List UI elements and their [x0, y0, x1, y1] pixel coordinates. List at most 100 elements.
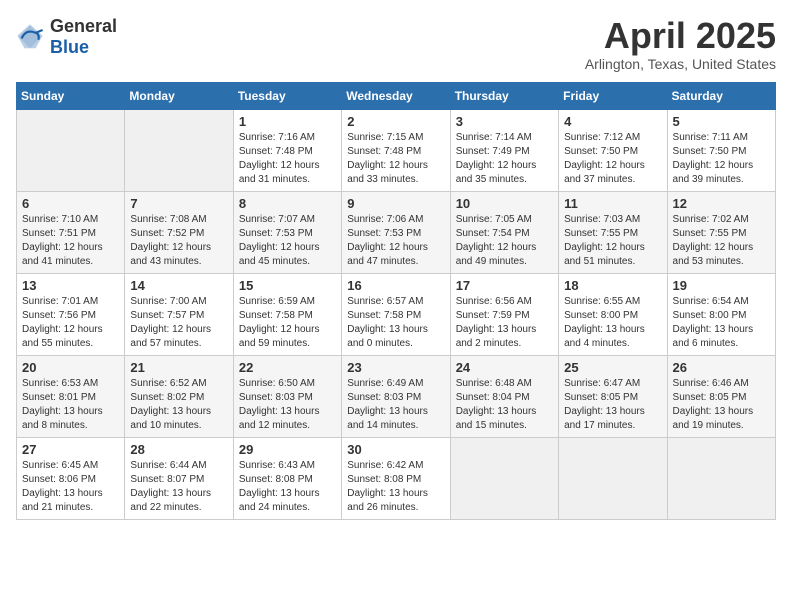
day-detail: Sunrise: 6:53 AMSunset: 8:01 PMDaylight:…: [22, 378, 103, 431]
header-saturday: Saturday: [667, 82, 775, 109]
day-number: 10: [456, 196, 553, 211]
header-monday: Monday: [125, 82, 233, 109]
day-cell-1-4: 10 Sunrise: 7:05 AMSunset: 7:54 PMDaylig…: [450, 191, 558, 273]
day-number: 2: [347, 114, 444, 129]
day-cell-1-1: 7 Sunrise: 7:08 AMSunset: 7:52 PMDayligh…: [125, 191, 233, 273]
day-cell-0-2: 1 Sunrise: 7:16 AMSunset: 7:48 PMDayligh…: [233, 109, 341, 191]
day-number: 29: [239, 442, 336, 457]
week-row-2: 6 Sunrise: 7:10 AMSunset: 7:51 PMDayligh…: [17, 191, 776, 273]
day-detail: Sunrise: 7:08 AMSunset: 7:52 PMDaylight:…: [130, 214, 211, 267]
day-number: 7: [130, 196, 227, 211]
header-friday: Friday: [559, 82, 667, 109]
day-number: 19: [673, 278, 770, 293]
day-detail: Sunrise: 6:56 AMSunset: 7:59 PMDaylight:…: [456, 296, 537, 349]
day-cell-3-5: 25 Sunrise: 6:47 AMSunset: 8:05 PMDaylig…: [559, 355, 667, 437]
day-number: 4: [564, 114, 661, 129]
logo-blue: Blue: [50, 37, 89, 57]
day-detail: Sunrise: 7:00 AMSunset: 7:57 PMDaylight:…: [130, 296, 211, 349]
day-number: 21: [130, 360, 227, 375]
day-number: 23: [347, 360, 444, 375]
day-cell-1-6: 12 Sunrise: 7:02 AMSunset: 7:55 PMDaylig…: [667, 191, 775, 273]
weekday-header-row: Sunday Monday Tuesday Wednesday Thursday…: [17, 82, 776, 109]
day-cell-3-3: 23 Sunrise: 6:49 AMSunset: 8:03 PMDaylig…: [342, 355, 450, 437]
day-number: 16: [347, 278, 444, 293]
day-number: 14: [130, 278, 227, 293]
day-number: 13: [22, 278, 119, 293]
day-cell-4-5: [559, 437, 667, 519]
day-cell-0-4: 3 Sunrise: 7:14 AMSunset: 7:49 PMDayligh…: [450, 109, 558, 191]
day-cell-4-3: 30 Sunrise: 6:42 AMSunset: 8:08 PMDaylig…: [342, 437, 450, 519]
day-detail: Sunrise: 6:50 AMSunset: 8:03 PMDaylight:…: [239, 378, 320, 431]
header-wednesday: Wednesday: [342, 82, 450, 109]
day-number: 3: [456, 114, 553, 129]
day-number: 11: [564, 196, 661, 211]
day-number: 8: [239, 196, 336, 211]
day-detail: Sunrise: 7:16 AMSunset: 7:48 PMDaylight:…: [239, 132, 320, 185]
header-sunday: Sunday: [17, 82, 125, 109]
day-number: 24: [456, 360, 553, 375]
day-cell-3-6: 26 Sunrise: 6:46 AMSunset: 8:05 PMDaylig…: [667, 355, 775, 437]
day-detail: Sunrise: 6:47 AMSunset: 8:05 PMDaylight:…: [564, 378, 645, 431]
day-cell-0-1: [125, 109, 233, 191]
day-cell-2-3: 16 Sunrise: 6:57 AMSunset: 7:58 PMDaylig…: [342, 273, 450, 355]
day-detail: Sunrise: 6:42 AMSunset: 8:08 PMDaylight:…: [347, 460, 428, 513]
day-detail: Sunrise: 6:52 AMSunset: 8:02 PMDaylight:…: [130, 378, 211, 431]
day-detail: Sunrise: 7:03 AMSunset: 7:55 PMDaylight:…: [564, 214, 645, 267]
day-cell-0-3: 2 Sunrise: 7:15 AMSunset: 7:48 PMDayligh…: [342, 109, 450, 191]
day-number: 28: [130, 442, 227, 457]
day-cell-3-2: 22 Sunrise: 6:50 AMSunset: 8:03 PMDaylig…: [233, 355, 341, 437]
day-number: 12: [673, 196, 770, 211]
day-cell-4-1: 28 Sunrise: 6:44 AMSunset: 8:07 PMDaylig…: [125, 437, 233, 519]
day-number: 22: [239, 360, 336, 375]
day-cell-3-0: 20 Sunrise: 6:53 AMSunset: 8:01 PMDaylig…: [17, 355, 125, 437]
day-cell-2-2: 15 Sunrise: 6:59 AMSunset: 7:58 PMDaylig…: [233, 273, 341, 355]
week-row-3: 13 Sunrise: 7:01 AMSunset: 7:56 PMDaylig…: [17, 273, 776, 355]
day-number: 5: [673, 114, 770, 129]
day-detail: Sunrise: 6:57 AMSunset: 7:58 PMDaylight:…: [347, 296, 428, 349]
header: General Blue April 2025 Arlington, Texas…: [16, 16, 776, 72]
week-row-5: 27 Sunrise: 6:45 AMSunset: 8:06 PMDaylig…: [17, 437, 776, 519]
title-area: April 2025 Arlington, Texas, United Stat…: [585, 16, 776, 72]
header-tuesday: Tuesday: [233, 82, 341, 109]
day-detail: Sunrise: 7:14 AMSunset: 7:49 PMDaylight:…: [456, 132, 537, 185]
day-number: 25: [564, 360, 661, 375]
logo-text: General Blue: [50, 16, 117, 58]
week-row-4: 20 Sunrise: 6:53 AMSunset: 8:01 PMDaylig…: [17, 355, 776, 437]
day-detail: Sunrise: 7:07 AMSunset: 7:53 PMDaylight:…: [239, 214, 320, 267]
day-number: 17: [456, 278, 553, 293]
day-detail: Sunrise: 6:54 AMSunset: 8:00 PMDaylight:…: [673, 296, 754, 349]
day-cell-2-1: 14 Sunrise: 7:00 AMSunset: 7:57 PMDaylig…: [125, 273, 233, 355]
day-number: 6: [22, 196, 119, 211]
day-cell-1-3: 9 Sunrise: 7:06 AMSunset: 7:53 PMDayligh…: [342, 191, 450, 273]
day-detail: Sunrise: 7:11 AMSunset: 7:50 PMDaylight:…: [673, 132, 754, 185]
day-cell-4-2: 29 Sunrise: 6:43 AMSunset: 8:08 PMDaylig…: [233, 437, 341, 519]
week-row-1: 1 Sunrise: 7:16 AMSunset: 7:48 PMDayligh…: [17, 109, 776, 191]
day-cell-3-1: 21 Sunrise: 6:52 AMSunset: 8:02 PMDaylig…: [125, 355, 233, 437]
day-detail: Sunrise: 7:02 AMSunset: 7:55 PMDaylight:…: [673, 214, 754, 267]
day-number: 9: [347, 196, 444, 211]
day-number: 18: [564, 278, 661, 293]
day-cell-4-4: [450, 437, 558, 519]
day-cell-2-6: 19 Sunrise: 6:54 AMSunset: 8:00 PMDaylig…: [667, 273, 775, 355]
day-cell-4-6: [667, 437, 775, 519]
day-number: 27: [22, 442, 119, 457]
calendar-title: April 2025: [585, 16, 776, 56]
day-detail: Sunrise: 7:12 AMSunset: 7:50 PMDaylight:…: [564, 132, 645, 185]
day-cell-2-4: 17 Sunrise: 6:56 AMSunset: 7:59 PMDaylig…: [450, 273, 558, 355]
day-cell-4-0: 27 Sunrise: 6:45 AMSunset: 8:06 PMDaylig…: [17, 437, 125, 519]
day-number: 20: [22, 360, 119, 375]
day-cell-1-5: 11 Sunrise: 7:03 AMSunset: 7:55 PMDaylig…: [559, 191, 667, 273]
day-cell-0-6: 5 Sunrise: 7:11 AMSunset: 7:50 PMDayligh…: [667, 109, 775, 191]
day-cell-0-0: [17, 109, 125, 191]
day-cell-0-5: 4 Sunrise: 7:12 AMSunset: 7:50 PMDayligh…: [559, 109, 667, 191]
day-cell-2-0: 13 Sunrise: 7:01 AMSunset: 7:56 PMDaylig…: [17, 273, 125, 355]
day-cell-1-2: 8 Sunrise: 7:07 AMSunset: 7:53 PMDayligh…: [233, 191, 341, 273]
logo-icon: [16, 23, 44, 51]
day-detail: Sunrise: 6:48 AMSunset: 8:04 PMDaylight:…: [456, 378, 537, 431]
day-cell-2-5: 18 Sunrise: 6:55 AMSunset: 8:00 PMDaylig…: [559, 273, 667, 355]
day-number: 30: [347, 442, 444, 457]
logo-general: General: [50, 16, 117, 36]
day-cell-1-0: 6 Sunrise: 7:10 AMSunset: 7:51 PMDayligh…: [17, 191, 125, 273]
day-number: 26: [673, 360, 770, 375]
calendar-subtitle: Arlington, Texas, United States: [585, 56, 776, 72]
